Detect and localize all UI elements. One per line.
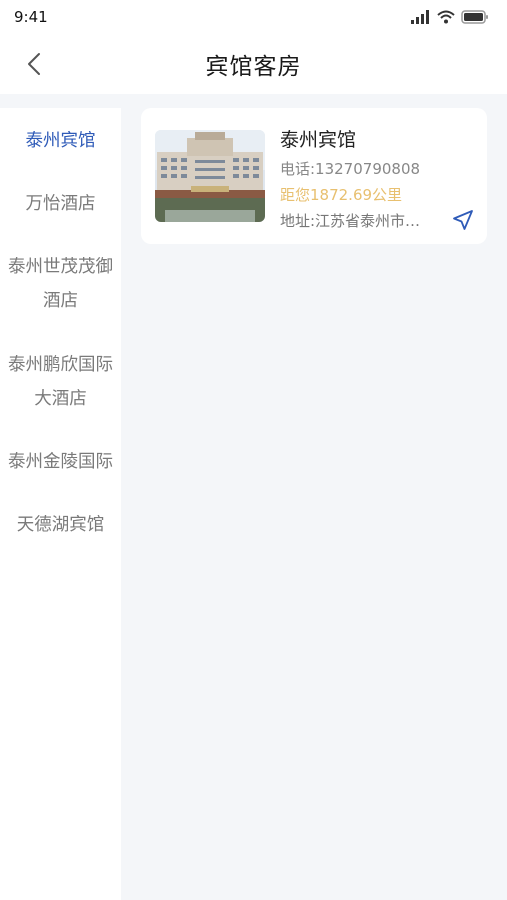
hotel-image bbox=[155, 130, 265, 222]
sidebar-item-pengxin[interactable]: 泰州鹏欣国际大酒店 bbox=[0, 348, 121, 416]
status-time: 9:41 bbox=[14, 8, 48, 26]
sidebar-item-tiandehu[interactable]: 天德湖宾馆 bbox=[0, 508, 121, 542]
page-title: 宾馆客房 bbox=[205, 54, 302, 80]
hotel-list: 泰州宾馆 电话:13270790808 距您1872.69公里 地址:江苏省泰州… bbox=[121, 94, 507, 900]
divider bbox=[0, 94, 121, 108]
hotel-name: 泰州宾馆 bbox=[280, 129, 357, 151]
back-button[interactable] bbox=[18, 48, 50, 80]
sidebar-item-shimao[interactable]: 泰州世茂茂御酒店 bbox=[0, 250, 121, 318]
navigation-icon[interactable] bbox=[451, 208, 475, 232]
wifi-icon bbox=[437, 10, 455, 24]
sidebar-item-label: 泰州世茂茂御酒店 bbox=[8, 257, 113, 311]
signal-icon bbox=[411, 10, 429, 24]
sidebar-item-label: 泰州鹏欣国际大酒店 bbox=[8, 355, 113, 409]
hotel-info: 泰州宾馆 电话:13270790808 距您1872.69公里 地址:江苏省泰州… bbox=[280, 126, 480, 234]
hotel-address: 地址:江苏省泰州市… bbox=[280, 212, 421, 230]
sidebar-item-label: 泰州宾馆 bbox=[25, 131, 96, 151]
hotel-card[interactable]: 泰州宾馆 电话:13270790808 距您1872.69公里 地址:江苏省泰州… bbox=[141, 108, 487, 244]
nav-bar: 宾馆客房 bbox=[0, 34, 507, 94]
sidebar-item-label: 万怡酒店 bbox=[25, 194, 96, 214]
sidebar-item-wanyi[interactable]: 万怡酒店 bbox=[0, 187, 121, 221]
sidebar-item-label: 泰州金陵国际 bbox=[8, 452, 113, 472]
chevron-left-icon bbox=[28, 53, 40, 75]
sidebar-item-jinling[interactable]: 泰州金陵国际 bbox=[0, 445, 121, 479]
hotel-phone[interactable]: 电话:13270790808 bbox=[280, 156, 480, 182]
status-bar: 9:41 bbox=[0, 0, 507, 34]
battery-icon bbox=[461, 10, 488, 24]
hotel-distance: 距您1872.69公里 bbox=[280, 186, 403, 204]
status-icons bbox=[411, 10, 489, 24]
sidebar-item-taizhou-binguan[interactable]: 泰州宾馆 bbox=[0, 124, 121, 158]
sidebar: 泰州宾馆 万怡酒店 泰州世茂茂御酒店 泰州鹏欣国际大酒店 泰州金陵国际 天德湖宾… bbox=[0, 108, 121, 900]
sidebar-item-label: 天德湖宾馆 bbox=[16, 515, 105, 535]
